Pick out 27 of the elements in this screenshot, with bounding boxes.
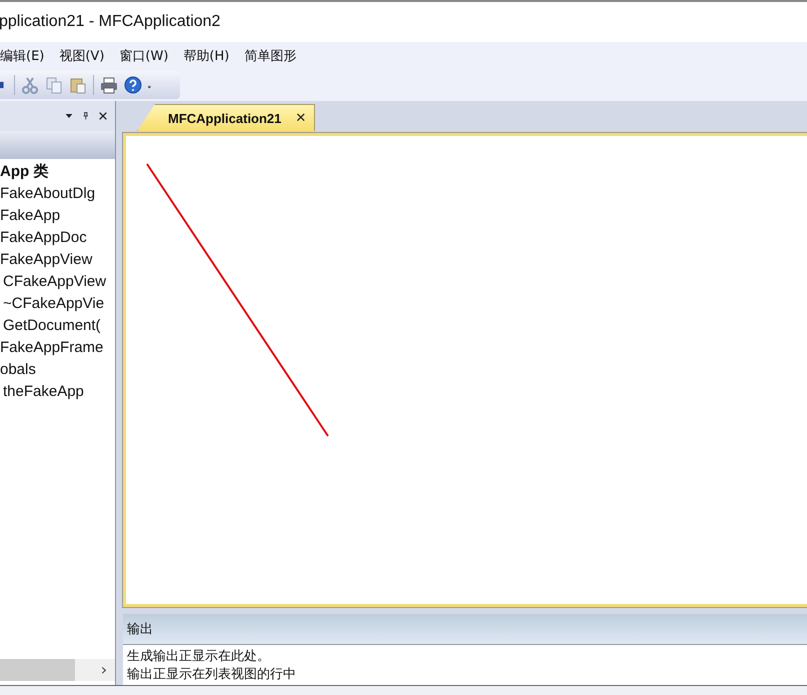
scroll-arrow[interactable]: ›: [93, 659, 115, 681]
printer-icon[interactable]: [100, 76, 118, 94]
scrollbar[interactable]: ›: [0, 659, 115, 681]
menu-item[interactable]: 视图(V): [59, 46, 104, 64]
tree-item[interactable]: FakeAppView: [0, 249, 115, 271]
tree-item[interactable]: FakeAppFrame: [0, 337, 115, 359]
tree-item[interactable]: CFakeAppView: [0, 271, 115, 293]
menu-item[interactable]: 编辑(E): [0, 46, 44, 64]
tree-item[interactable]: App 类: [0, 161, 115, 183]
panel-title: 输出: [127, 621, 153, 638]
tree-item[interactable]: GetDocument(: [0, 315, 115, 337]
help-icon[interactable]: [124, 76, 142, 94]
output-line: 输出正显示在列表视图的行中: [127, 666, 297, 683]
menu-item[interactable]: 简单图形: [244, 46, 296, 64]
output-line: 生成输出正显示在此处。: [127, 648, 271, 665]
paste-icon[interactable]: [69, 76, 87, 94]
menu-item[interactable]: 帮助(H): [183, 46, 230, 64]
tree-item[interactable]: ~CFakeAppVie: [0, 293, 115, 315]
tree-item[interactable]: FakeApp: [0, 205, 115, 227]
document-tab[interactable]: MFCApplication21 ✕: [137, 104, 316, 131]
close-icon[interactable]: ✕: [295, 110, 306, 126]
tree-item[interactable]: FakeAppDoc: [0, 227, 115, 249]
menu-item[interactable]: 窗口(W): [119, 46, 168, 64]
window-title: pplication21 - MFCApplication2: [0, 13, 220, 31]
tree-item[interactable]: FakeAboutDlg: [0, 183, 115, 205]
tree-item[interactable]: obals: [0, 359, 115, 381]
tree-item[interactable]: theFakeApp: [0, 381, 115, 403]
